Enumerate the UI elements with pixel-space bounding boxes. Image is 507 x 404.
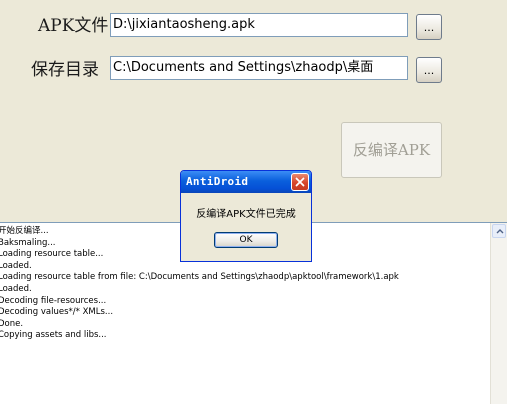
log-line: Loading resource table from file: C:\Doc… [0,272,399,283]
apk-file-label: APK文件 [38,16,109,36]
log-line: Decoding values*/* XMLs... [0,307,114,318]
scroll-up-button[interactable] [492,224,506,238]
apk-browse-button[interactable]: ... [416,14,442,40]
chevron-up-icon [496,229,504,234]
dialog-message: 反编译APK文件已完成 [196,209,296,220]
log-line: Loaded. [0,260,32,271]
dialog-title: AntiDroid [186,175,249,188]
apk-file-input[interactable]: D:\jixiantaosheng.apk [110,13,408,37]
log-line: Copying assets and libs... [0,330,107,341]
decompile-apk-button[interactable]: 反编译APK [341,122,442,178]
save-directory-label: 保存目录 [31,60,99,80]
log-line: Decoding file-resources... [0,295,107,306]
save-directory-input[interactable]: C:\Documents and Settings\zhaodp\桌面 [110,56,408,80]
save-browse-button[interactable]: ... [416,57,442,83]
dialog-close-button[interactable] [291,173,309,191]
dialog-titlebar[interactable]: AntiDroid [181,171,311,193]
close-icon [295,177,305,187]
log-line: Done. [0,318,24,329]
log-scrollbar[interactable] [490,223,507,404]
dialog-ok-button[interactable]: OK [214,232,278,248]
completion-dialog: AntiDroid 反编译APK文件已完成 OK [180,170,312,262]
log-line: Loaded. [0,283,32,294]
